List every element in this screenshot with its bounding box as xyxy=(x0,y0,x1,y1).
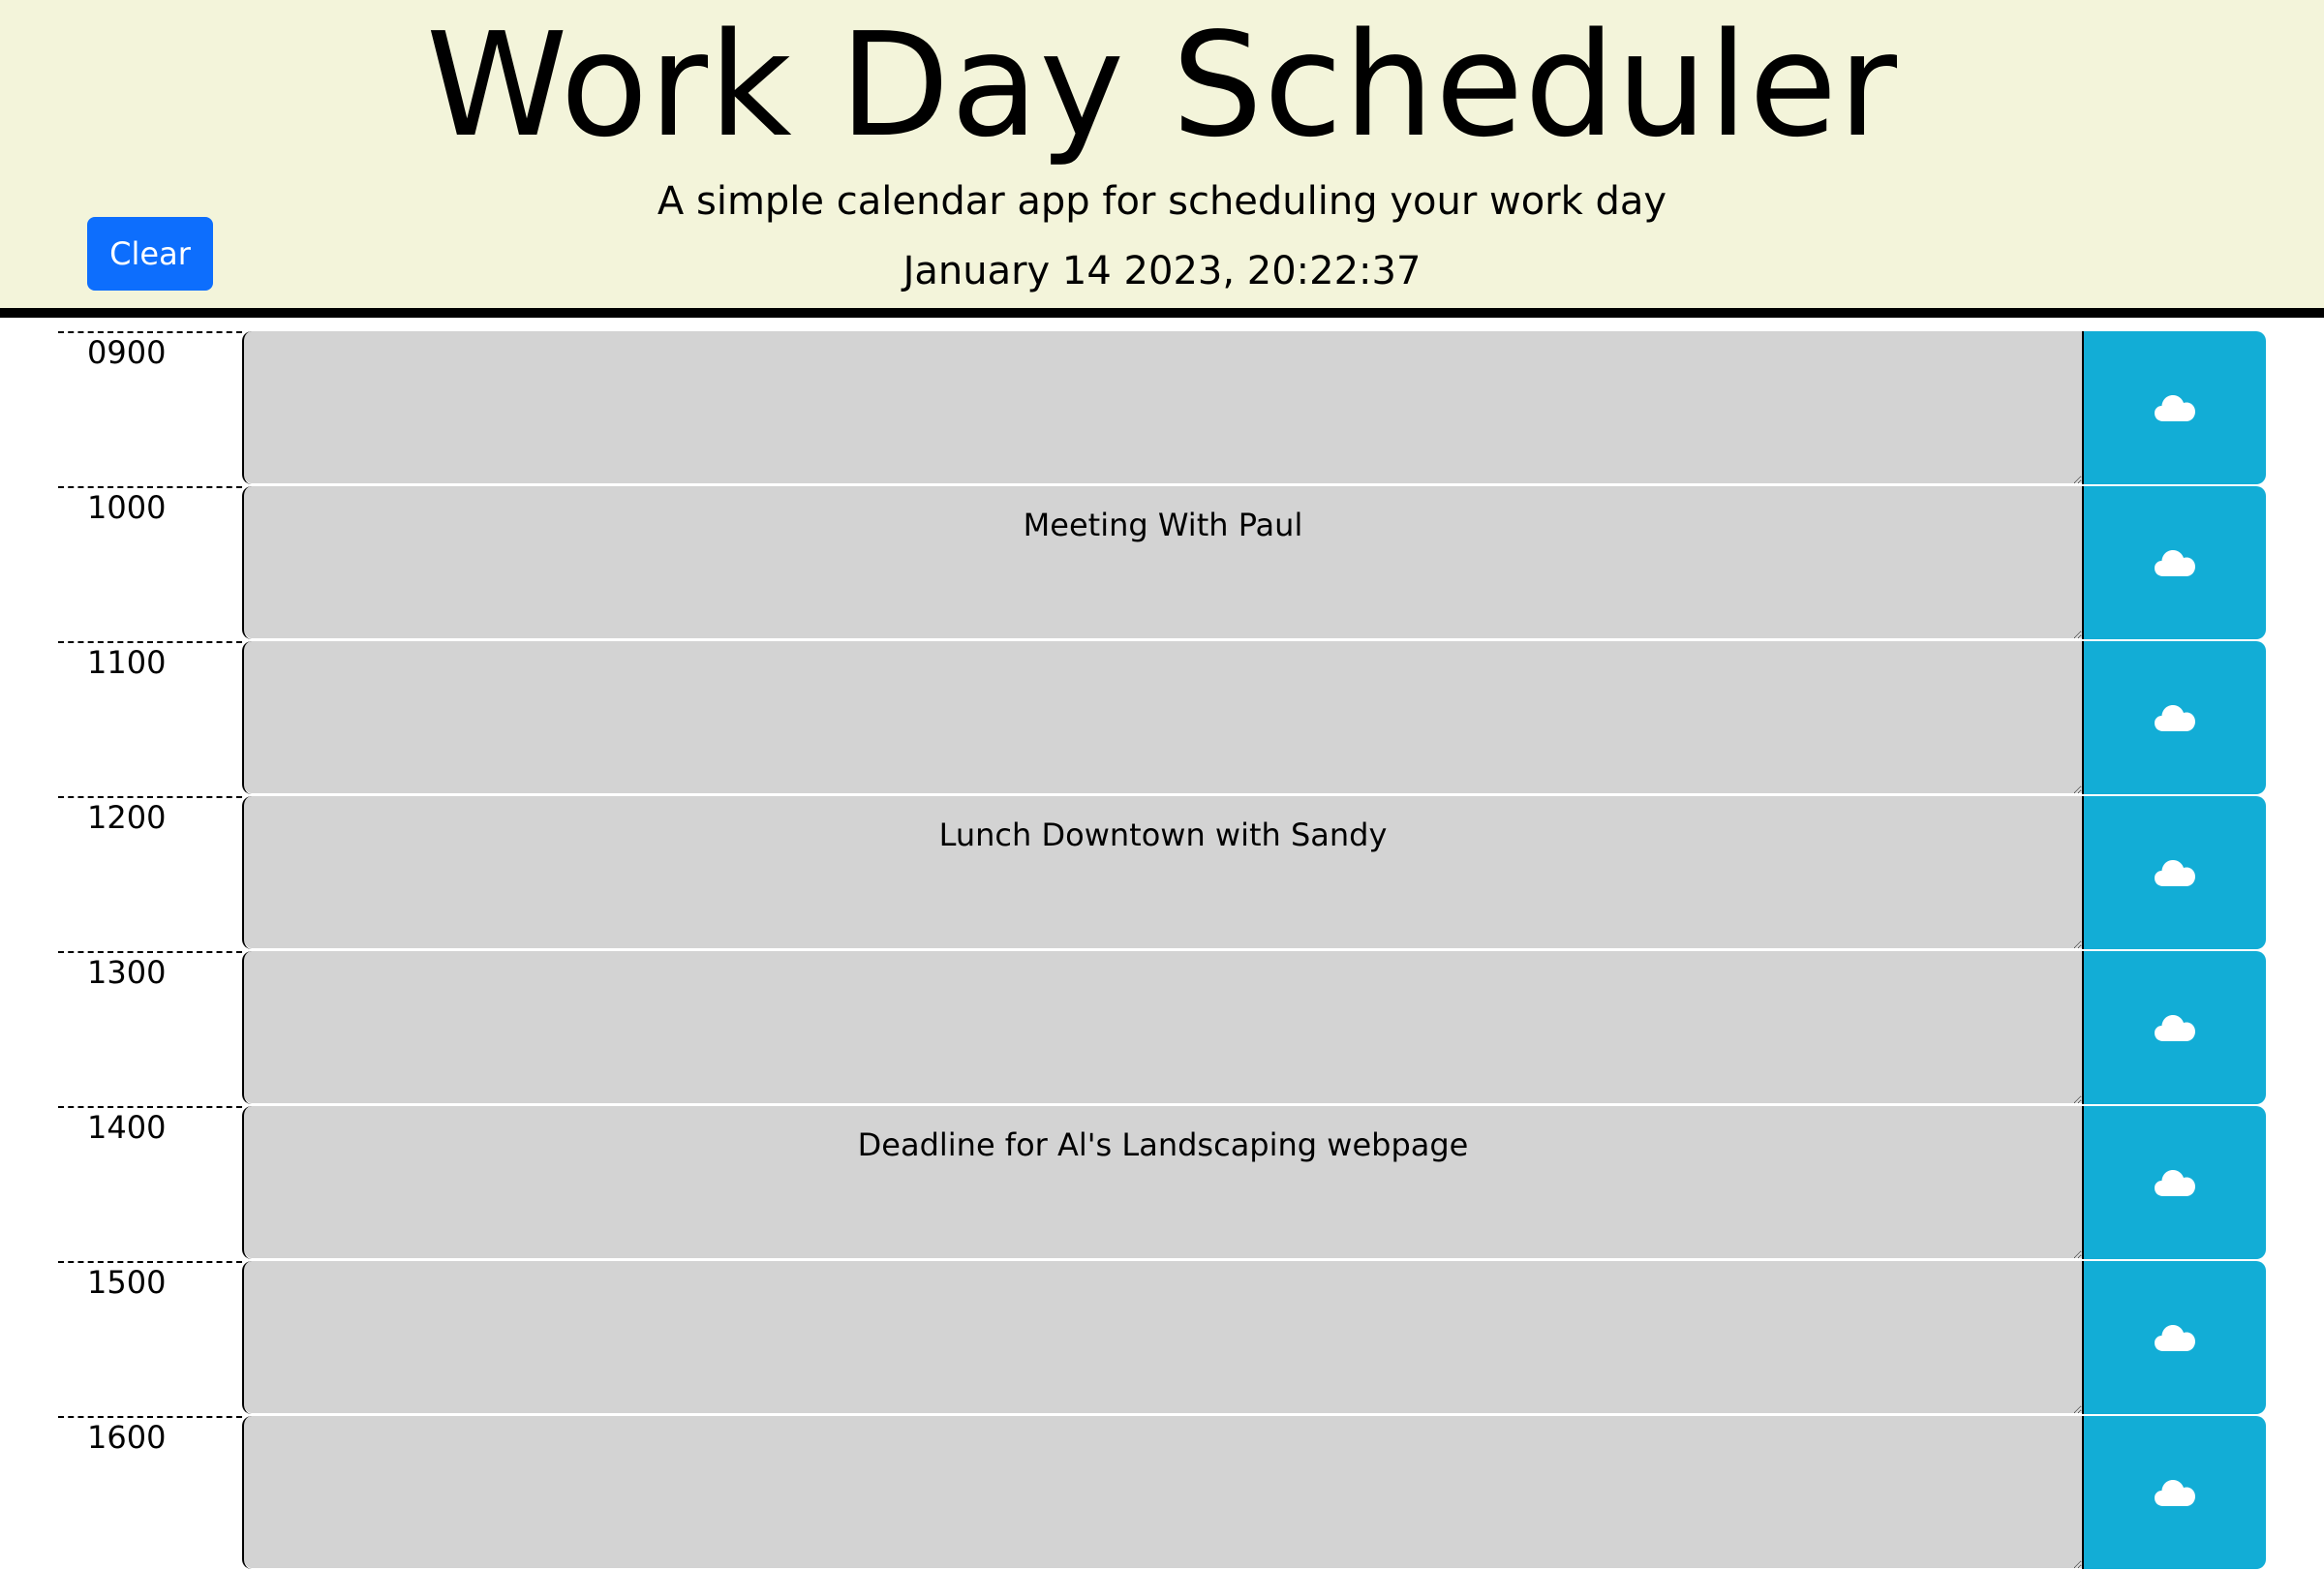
cloud-icon xyxy=(2155,860,2195,886)
page-title: Work Day Scheduler xyxy=(425,2,1899,169)
cloud-icon xyxy=(2155,705,2195,731)
schedule-container: 0900 1000 Meeting With Paul 1100 1200 Lunch D… xyxy=(0,331,2324,1571)
save-button[interactable] xyxy=(2082,331,2266,484)
cloud-icon xyxy=(2155,1325,2195,1351)
save-button[interactable] xyxy=(2082,796,2266,949)
cloud-icon xyxy=(2155,395,2195,421)
time-block-row: 1400 Deadline for Al's Landscaping webpag… xyxy=(0,1106,2324,1261)
cloud-icon xyxy=(2155,1170,2195,1196)
event-description-input[interactable] xyxy=(242,951,2082,1104)
save-button[interactable] xyxy=(2082,1416,2266,1569)
time-block-row: 1300 xyxy=(0,951,2324,1106)
hour-label: 1400 xyxy=(58,1106,242,1261)
time-block-row: 1000 Meeting With Paul xyxy=(0,486,2324,641)
time-block-row: 0900 xyxy=(0,331,2324,486)
event-description-input[interactable]: Meeting With Paul xyxy=(242,486,2082,639)
page-header: Work Day Scheduler A simple calendar app… xyxy=(0,0,2324,318)
hour-label: 1200 xyxy=(58,796,242,951)
hour-label: 1300 xyxy=(58,951,242,1106)
time-block-row: 1200 Lunch Downtown with Sandy xyxy=(0,796,2324,951)
event-description-input[interactable]: Deadline for Al's Landscaping webpage xyxy=(242,1106,2082,1259)
event-description-input[interactable]: Lunch Downtown with Sandy xyxy=(242,796,2082,949)
save-button[interactable] xyxy=(2082,486,2266,639)
event-description-input[interactable] xyxy=(242,331,2082,484)
cloud-icon xyxy=(2155,550,2195,576)
hour-label: 1600 xyxy=(58,1416,242,1571)
time-block-row: 1100 xyxy=(0,641,2324,796)
save-button[interactable] xyxy=(2082,1261,2266,1414)
hour-label: 0900 xyxy=(58,331,242,486)
save-button[interactable] xyxy=(2082,951,2266,1104)
event-description-input[interactable] xyxy=(242,1416,2082,1569)
clear-button[interactable]: Clear xyxy=(87,217,213,291)
hour-label: 1100 xyxy=(58,641,242,796)
hour-label: 1000 xyxy=(58,486,242,641)
event-description-input[interactable] xyxy=(242,1261,2082,1414)
event-description-input[interactable] xyxy=(242,641,2082,794)
hour-label: 1500 xyxy=(58,1261,242,1416)
cloud-icon xyxy=(2155,1015,2195,1041)
cloud-icon xyxy=(2155,1480,2195,1506)
current-date-time: January 14 2023, 20:22:37 xyxy=(902,249,1422,293)
page-subtitle: A simple calendar app for scheduling you… xyxy=(657,179,1667,224)
time-block-row: 1500 xyxy=(0,1261,2324,1416)
time-block-row: 1600 xyxy=(0,1416,2324,1571)
save-button[interactable] xyxy=(2082,641,2266,794)
save-button[interactable] xyxy=(2082,1106,2266,1259)
